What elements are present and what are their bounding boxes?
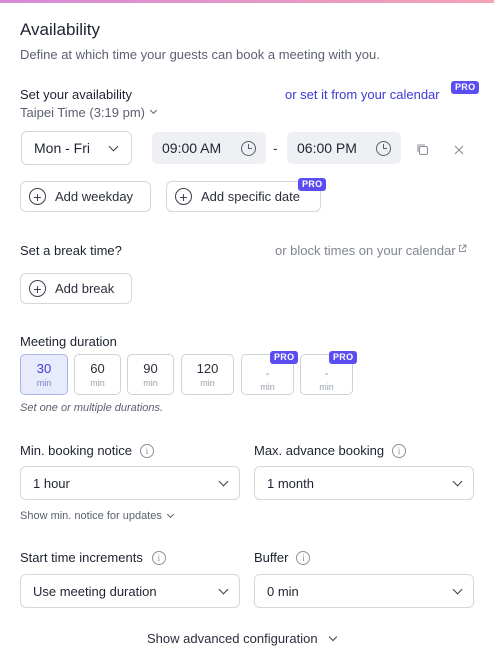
- min-notice-select[interactable]: 1 hour: [20, 466, 240, 500]
- copy-icon[interactable]: [416, 143, 429, 161]
- end-time-input[interactable]: 06:00 PM: [287, 132, 401, 164]
- advanced-config-toggle[interactable]: Show advanced configuration: [147, 631, 337, 646]
- max-advance-heading: Max. advance booking i: [254, 443, 407, 458]
- increments-label: Start time increments: [20, 550, 143, 565]
- info-icon[interactable]: i: [151, 550, 166, 565]
- show-min-notice-label: Show min. notice for updates: [20, 510, 162, 522]
- plus-circle-icon: +: [29, 280, 46, 297]
- add-break-label: Add break: [55, 281, 115, 296]
- duration-value: -: [324, 365, 329, 380]
- chevron-down-icon: [218, 584, 229, 594]
- duration-value: 90: [143, 361, 158, 376]
- chevron-down-icon: [166, 510, 174, 518]
- duration-hint: Set one or multiple durations.: [20, 402, 164, 414]
- set-from-calendar-link[interactable]: or set it from your calendar: [285, 87, 440, 102]
- min-notice-value: 1 hour: [33, 475, 70, 491]
- max-advance-select[interactable]: 1 month: [254, 466, 474, 500]
- duration-option-60[interactable]: 60 min: [74, 354, 121, 395]
- increments-value: Use meeting duration: [33, 583, 157, 599]
- start-time-value: 09:00 AM: [162, 140, 222, 156]
- duration-unit: min: [143, 378, 158, 388]
- info-icon[interactable]: i: [392, 443, 407, 458]
- buffer-heading: Buffer i: [254, 550, 311, 565]
- duration-unit: min: [319, 381, 334, 392]
- clock-icon: [376, 140, 391, 156]
- clock-icon: [241, 140, 256, 156]
- day-range-select[interactable]: Mon - Fri: [21, 131, 132, 165]
- advanced-config-label: Show advanced configuration: [147, 631, 318, 646]
- increments-select[interactable]: Use meeting duration: [20, 574, 240, 608]
- buffer-select[interactable]: 0 min: [254, 574, 474, 608]
- availability-label: Set your availability: [20, 87, 132, 102]
- end-time-value: 06:00 PM: [297, 140, 357, 156]
- meeting-duration-label: Meeting duration: [20, 334, 117, 349]
- pro-badge: PRO: [298, 178, 327, 191]
- max-advance-label: Max. advance booking: [254, 443, 385, 458]
- block-times-link[interactable]: or block times on your calendar: [275, 243, 467, 258]
- show-min-notice-toggle[interactable]: Show min. notice for updates: [20, 510, 174, 522]
- duration-unit: min: [90, 378, 105, 388]
- min-notice-heading: Min. booking notice i: [20, 443, 155, 458]
- section-title: Availability: [20, 20, 101, 39]
- section-description: Define at which time your guests can boo…: [20, 47, 380, 62]
- duration-value: 120: [196, 361, 219, 376]
- pro-badge: PRO: [270, 351, 299, 364]
- min-notice-label: Min. booking notice: [20, 443, 133, 458]
- add-specific-date-label: Add specific date: [201, 189, 301, 204]
- duration-option-120[interactable]: 120 min: [181, 354, 234, 395]
- chevron-down-icon: [218, 476, 229, 486]
- time-separator: -: [273, 140, 278, 156]
- chevron-down-icon: [108, 141, 119, 151]
- info-icon[interactable]: i: [296, 550, 311, 565]
- max-advance-value: 1 month: [267, 475, 314, 491]
- duration-unit: min: [36, 378, 52, 388]
- pro-badge: PRO: [329, 351, 358, 364]
- chevron-down-icon: [149, 106, 158, 115]
- add-weekday-label: Add weekday: [55, 189, 134, 204]
- plus-circle-icon: +: [175, 188, 192, 205]
- start-time-input[interactable]: 09:00 AM: [152, 132, 266, 164]
- timezone-label: Taipei Time (3:19 pm): [20, 105, 145, 120]
- add-break-button[interactable]: + Add break: [20, 273, 132, 304]
- close-icon[interactable]: [453, 143, 465, 161]
- buffer-value: 0 min: [267, 583, 299, 599]
- add-weekday-button[interactable]: + Add weekday: [20, 181, 151, 212]
- info-icon[interactable]: i: [140, 443, 155, 458]
- chevron-down-icon: [452, 584, 463, 594]
- duration-unit: min: [200, 378, 215, 388]
- duration-value: 60: [90, 361, 105, 376]
- duration-option-30[interactable]: 30 min: [20, 354, 68, 395]
- duration-option-90[interactable]: 90 min: [127, 354, 174, 395]
- block-times-label: or block times on your calendar: [275, 243, 456, 258]
- break-label: Set a break time?: [20, 243, 122, 258]
- external-link-icon: [458, 244, 467, 252]
- pro-badge: PRO: [451, 81, 480, 94]
- duration-value: 30: [36, 361, 52, 376]
- top-accent-bar: [0, 0, 494, 3]
- plus-circle-icon: +: [29, 188, 46, 205]
- buffer-label: Buffer: [254, 550, 289, 565]
- timezone-selector[interactable]: Taipei Time (3:19 pm): [20, 105, 158, 120]
- duration-value: -: [265, 365, 270, 380]
- duration-unit: min: [260, 381, 275, 392]
- chevron-down-icon: [452, 476, 463, 486]
- increments-heading: Start time increments i: [20, 550, 166, 565]
- day-range-value: Mon - Fri: [34, 140, 90, 156]
- chevron-down-icon: [328, 632, 337, 641]
